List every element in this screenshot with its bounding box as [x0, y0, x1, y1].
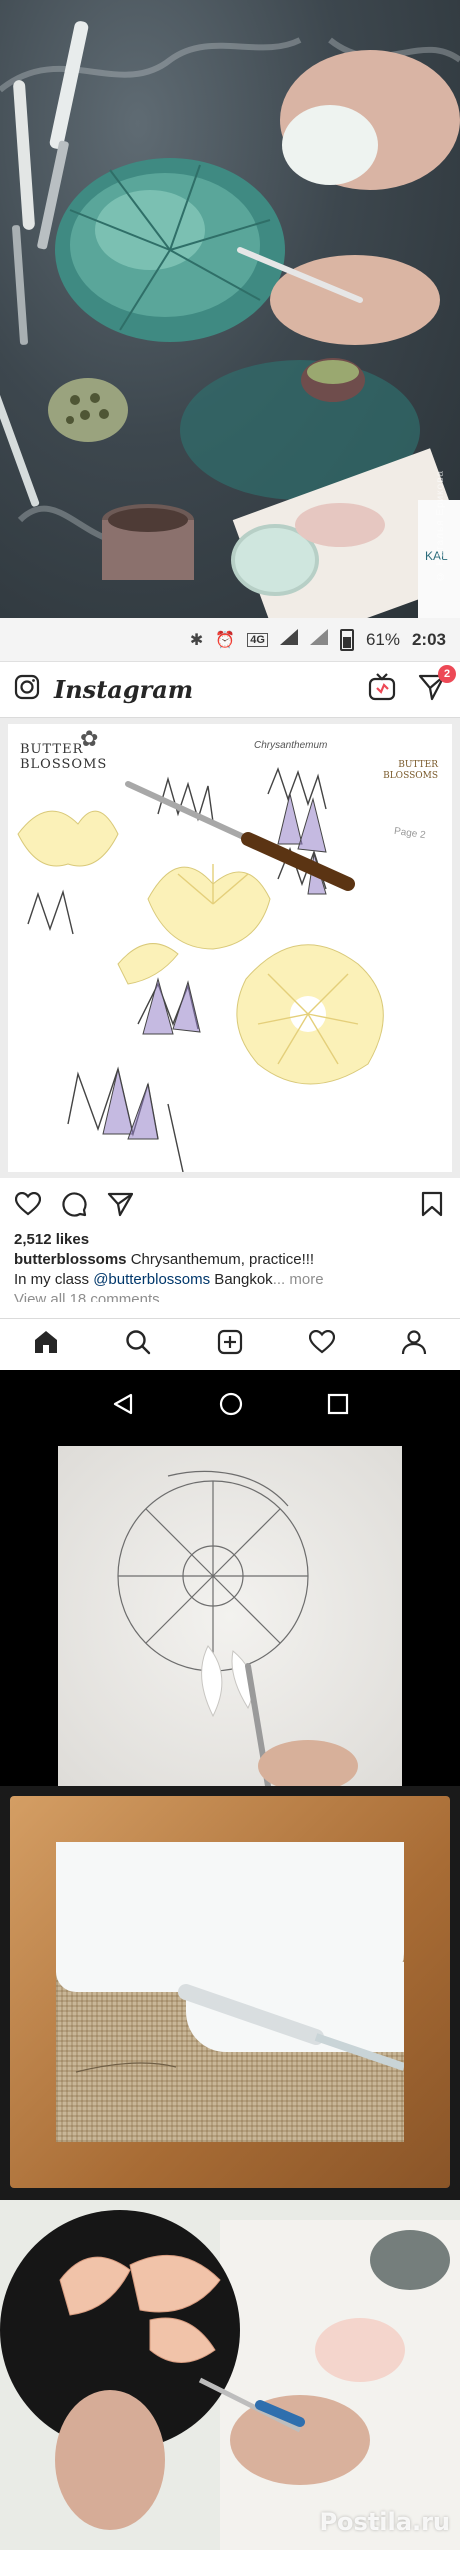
view-comments-link[interactable]: View all 18 comments — [14, 1290, 446, 1302]
home-circle-icon[interactable] — [218, 1391, 244, 1422]
home-icon[interactable] — [33, 1329, 59, 1360]
caption-line2-text: Bangkok — [210, 1271, 273, 1288]
sketch-illustration — [117, 1470, 358, 1786]
igtv-icon-graphic — [368, 673, 396, 701]
app-logo: Instagram — [54, 675, 194, 704]
lotus-craft-illustration: KAL — [0, 21, 460, 618]
direct-message-icon[interactable]: 2 — [418, 665, 456, 706]
signal-icon-secondary — [309, 629, 328, 650]
header-actions: 2 — [368, 665, 456, 706]
heart-icon — [15, 1192, 41, 1216]
sketch-photo — [0, 1446, 460, 1786]
bookmark-icon — [421, 1191, 443, 1217]
new-post-icon-graphic — [217, 1329, 243, 1355]
comment-icon — [62, 1192, 87, 1217]
comment-button[interactable] — [60, 1190, 88, 1218]
peach-flowers-photo: Postila.ru — [0, 2200, 460, 2550]
network-type-icon: 4G — [247, 632, 268, 647]
battery-icon — [339, 628, 354, 651]
activity-heart-icon-graphic — [308, 1329, 336, 1354]
likes-count[interactable]: 2,512 likes — [14, 1230, 446, 1250]
like-button[interactable] — [14, 1190, 42, 1218]
signal-bars-graphic — [279, 629, 298, 645]
battery-percent: 61% — [365, 629, 400, 649]
frame-canvas — [56, 1842, 404, 2142]
recents-icon[interactable] — [327, 1393, 349, 1420]
post-meta: 2,512 likes butterblossoms Chrysanthemum… — [0, 1230, 460, 1318]
paper-plane-icon — [107, 1192, 133, 1217]
share-button[interactable] — [106, 1190, 134, 1218]
caption-text: Chrysanthemum, practice!!! — [130, 1251, 315, 1268]
chrysanthemum-illustration — [17, 766, 384, 1172]
caption-line-2: In my class @butterblossoms Bangkok... m… — [14, 1270, 446, 1290]
camera-icon-graphic — [14, 674, 40, 700]
post-actions — [0, 1178, 460, 1230]
search-icon-graphic — [126, 1330, 151, 1355]
site-watermark: Postila.ru — [319, 2508, 450, 2536]
post-username[interactable]: butterblossoms — [14, 1251, 127, 1268]
wooden-frame — [10, 1796, 450, 2188]
lotus-craft-photo: KAL © Наталья Ерикова — [0, 0, 460, 618]
plaster-board — [58, 1446, 402, 1786]
recents-icon-graphic — [327, 1393, 348, 1414]
caption-line: butterblossoms Chrysanthemum, practice!!… — [14, 1250, 446, 1270]
mention-link[interactable]: @butterblossoms — [93, 1271, 210, 1288]
home-icon-graphic — [35, 1331, 57, 1353]
search-icon[interactable] — [125, 1329, 151, 1360]
home-circle-icon-graphic — [219, 1392, 243, 1415]
notification-badge: 2 — [438, 665, 456, 683]
android-status-bar: ✱ ⏰ 4G 61% 2:03 — [0, 618, 460, 662]
back-icon-graphic — [114, 1393, 133, 1414]
instagram-bottom-nav — [0, 1318, 460, 1370]
alarm-icon: ⏰ — [215, 631, 236, 649]
bluetooth-icon: ✱ — [189, 631, 204, 649]
peach-flowers-illustration — [0, 2210, 460, 2550]
practice-sheet: ✿ BUTTER BLOSSOMS Chrysanthemum BUTTER B… — [8, 724, 452, 1172]
back-icon[interactable] — [111, 1392, 135, 1421]
more-link[interactable]: ... more — [273, 1271, 324, 1288]
frame-photo — [0, 1786, 460, 2200]
activity-heart-icon[interactable] — [308, 1329, 336, 1359]
igtv-icon[interactable] — [368, 673, 396, 706]
post-image[interactable]: ✿ BUTTER BLOSSOMS Chrysanthemum BUTTER B… — [0, 718, 460, 1178]
save-button[interactable] — [418, 1190, 446, 1218]
new-post-icon[interactable] — [217, 1329, 243, 1360]
profile-icon-graphic — [401, 1330, 427, 1355]
instagram-header: Instagram 2 — [0, 662, 460, 718]
signal-icon — [279, 629, 298, 650]
camera-icon[interactable] — [14, 674, 40, 705]
frame-tool-illustration — [75, 1984, 404, 2073]
status-time: 2:03 — [411, 629, 446, 649]
caption-line2-prefix: In my class — [14, 1271, 94, 1288]
photo-watermark: © Наталья Ерикова — [435, 470, 446, 582]
android-navigation-bar — [0, 1370, 460, 1442]
profile-icon[interactable] — [401, 1329, 427, 1360]
signal-bars-graphic-secondary — [309, 629, 328, 645]
